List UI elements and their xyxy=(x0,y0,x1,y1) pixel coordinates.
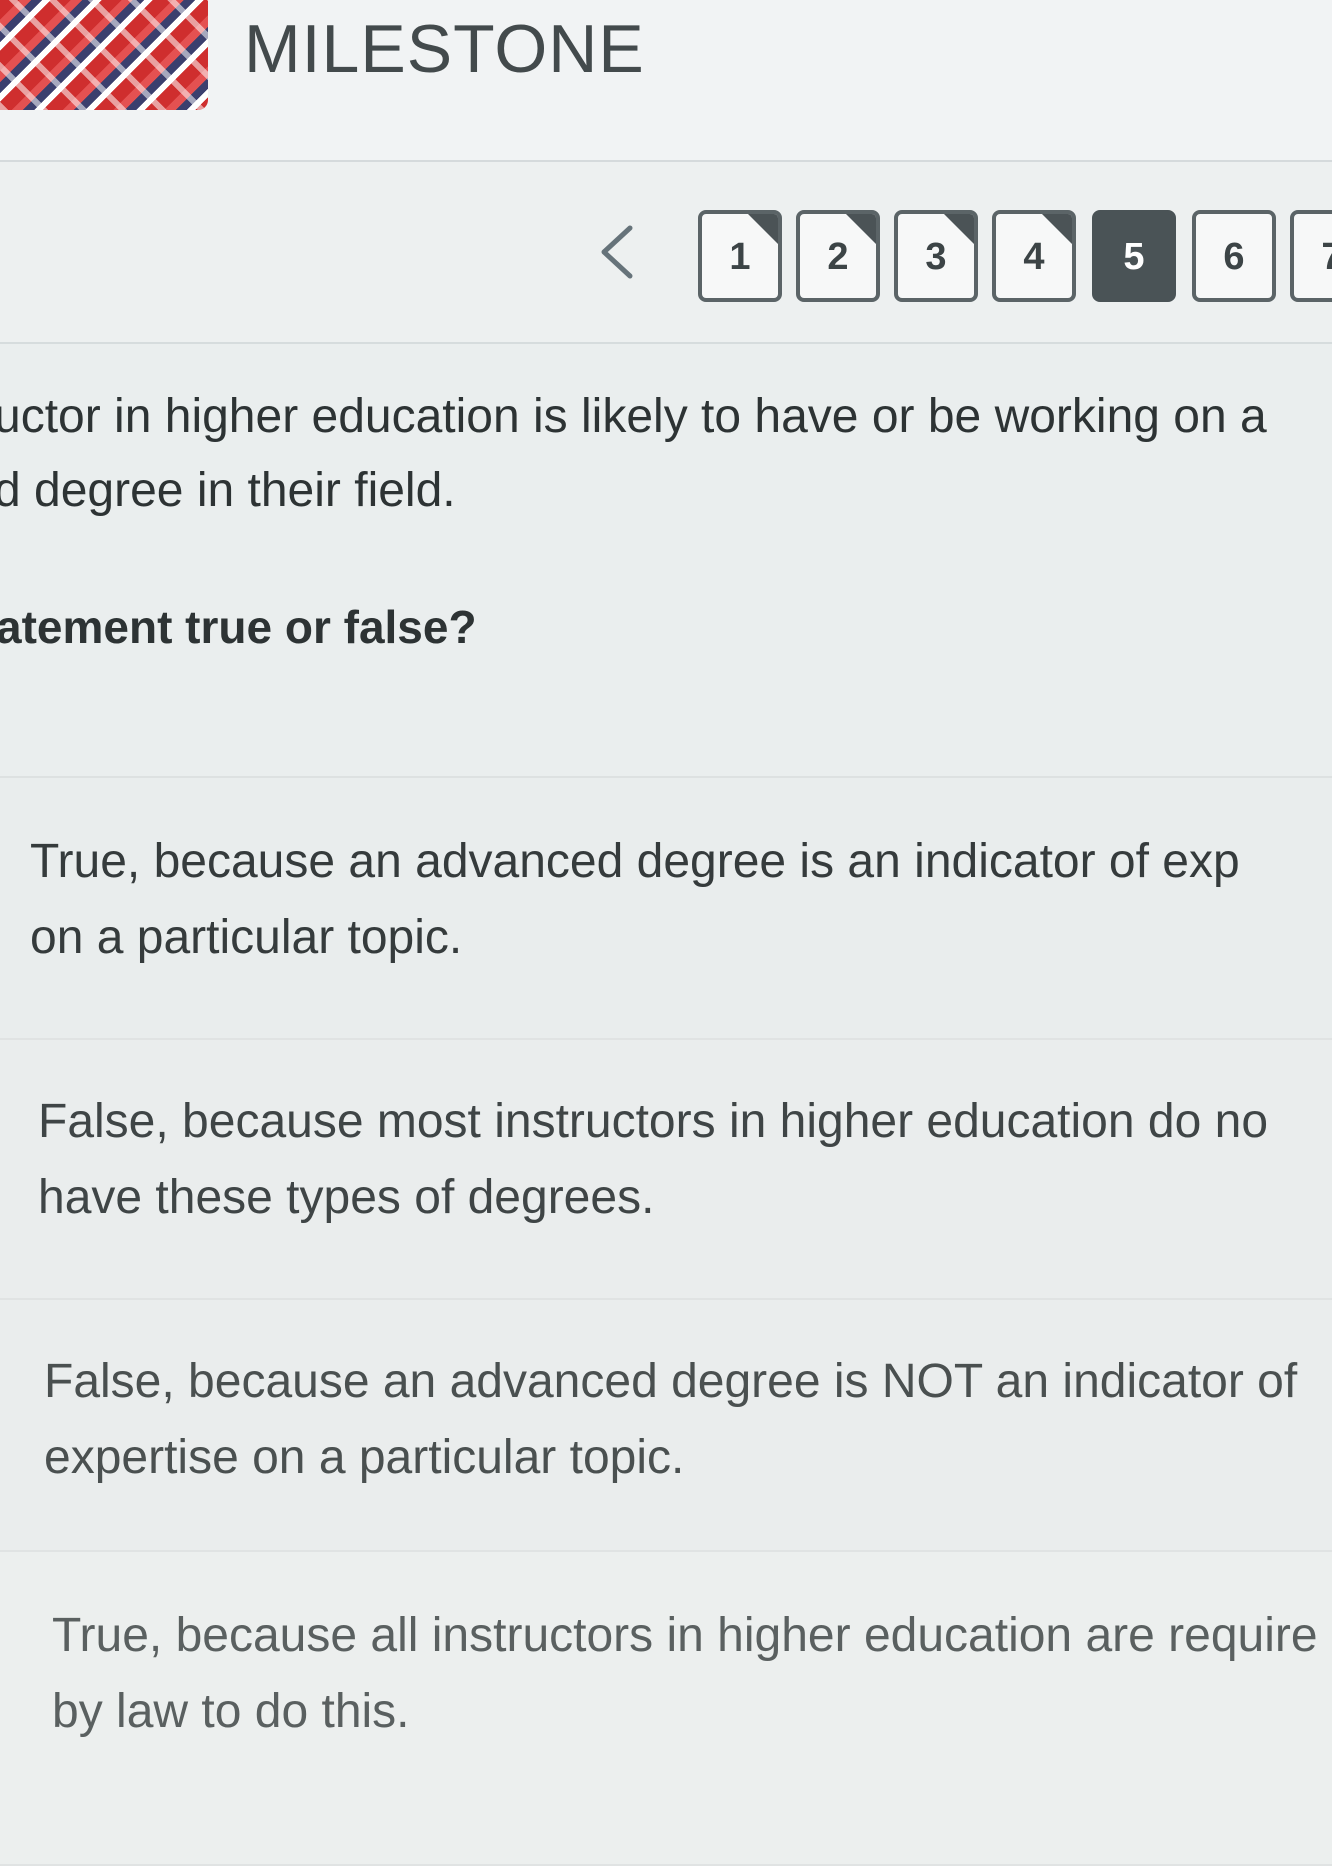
question-line-1: uctor in higher education is likely to h… xyxy=(0,390,1267,443)
answer-line-1: False, because an advanced degree is NOT… xyxy=(44,1355,1298,1408)
milestone-logo xyxy=(0,0,208,110)
app-title: MILESTONE xyxy=(244,11,645,87)
question-4-button[interactable]: 4 xyxy=(992,210,1076,302)
question-3-button[interactable]: 3 xyxy=(894,210,978,302)
question-1-button[interactable]: 1 xyxy=(698,210,782,302)
question-prompt: atement true or false? xyxy=(0,601,477,653)
question-line-2: d degree in their field. xyxy=(0,464,456,517)
chevron-left-icon[interactable] xyxy=(590,222,650,282)
answer-option-text: False, because most instructors in highe… xyxy=(38,1084,1268,1236)
answer-option-2[interactable]: False, because most instructors in highe… xyxy=(0,1040,1332,1300)
question-2-button[interactable]: 2 xyxy=(796,210,880,302)
answer-option-text: False, because an advanced degree is NOT… xyxy=(44,1344,1297,1496)
answer-option-1[interactable]: True, because an advanced degree is an i… xyxy=(0,778,1332,1040)
answer-option-text: True, because an advanced degree is an i… xyxy=(30,824,1240,976)
answer-line-2: by law to do this. xyxy=(52,1685,410,1738)
answer-line-1: False, because most instructors in highe… xyxy=(38,1095,1269,1148)
question-text: uctor in higher education is likely to h… xyxy=(0,380,1332,528)
answer-line-2: expertise on a particular topic. xyxy=(44,1431,685,1484)
question-7-button[interactable]: 7 xyxy=(1290,210,1332,302)
question-5-button[interactable]: 5 xyxy=(1092,210,1176,302)
answer-option-3[interactable]: False, because an advanced degree is NOT… xyxy=(0,1300,1332,1552)
answer-line-1: True, because an advanced degree is an i… xyxy=(30,835,1240,888)
answer-line-2: on a particular topic. xyxy=(30,911,463,964)
answer-option-4[interactable]: True, because all instructors in higher … xyxy=(0,1552,1332,1866)
answer-option-text: True, because all instructors in higher … xyxy=(52,1598,1318,1750)
app-header: MILESTONE xyxy=(0,0,1332,162)
question-6-button[interactable]: 6 xyxy=(1192,210,1276,302)
answer-line-1: True, because all instructors in higher … xyxy=(52,1609,1318,1662)
answer-line-2: have these types of degrees. xyxy=(38,1171,655,1224)
